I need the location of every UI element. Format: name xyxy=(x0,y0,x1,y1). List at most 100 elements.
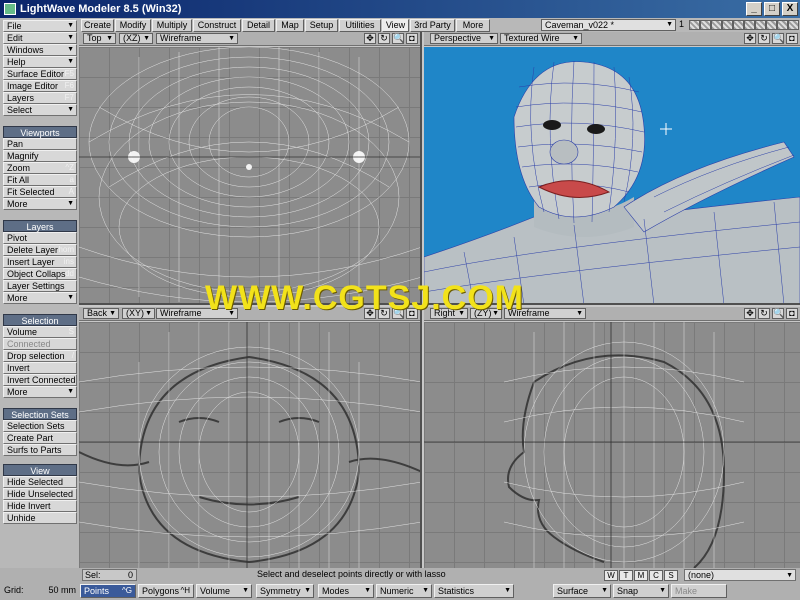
fit-selected-button[interactable]: Fit Selected A xyxy=(3,186,77,198)
tab-create[interactable]: Create xyxy=(81,19,114,32)
view-axis-select[interactable]: (XY) ▼ xyxy=(122,308,155,319)
layer-box[interactable] xyxy=(777,20,788,30)
viewport-canvas[interactable] xyxy=(79,322,420,568)
selection-sets-button[interactable]: Selection Sets xyxy=(3,420,77,432)
pan-button[interactable]: Pan xyxy=(3,138,77,150)
viewports-more-button[interactable]: More ▼ xyxy=(3,198,77,210)
view-type-select[interactable]: Back ▼ xyxy=(83,308,119,319)
statistics-button[interactable]: Statistics ▼ xyxy=(434,584,514,598)
layers-button[interactable]: Layers F7 xyxy=(3,92,77,104)
layers-more-button[interactable]: More ▼ xyxy=(3,292,77,304)
layer-box[interactable] xyxy=(744,20,755,30)
maximize-viewport-icon[interactable]: ◘ xyxy=(406,33,418,44)
magnify-icon[interactable]: 🔍 xyxy=(772,308,784,319)
viewport-canvas[interactable] xyxy=(424,47,800,303)
wtmcs-c-button[interactable]: C xyxy=(649,570,663,581)
modes-button[interactable]: Modes ▼ xyxy=(318,584,374,598)
tab-map[interactable]: Map xyxy=(276,19,304,32)
file-menu[interactable]: File ▼ xyxy=(3,20,77,32)
maximize-viewport-icon[interactable]: ◘ xyxy=(786,308,798,319)
view-type-select[interactable]: Perspective ▼ xyxy=(430,33,498,44)
zoom-button[interactable]: Zoom ^Z xyxy=(3,162,77,174)
wtmcs-m-button[interactable]: M xyxy=(634,570,648,581)
edit-menu[interactable]: Edit ▼ xyxy=(3,32,77,44)
tab-modify[interactable]: Modify xyxy=(115,19,151,32)
layer-box[interactable] xyxy=(766,20,777,30)
magnify-button[interactable]: Magnify xyxy=(3,150,77,162)
object-collapse-button[interactable]: Object Collaps dd xyxy=(3,268,77,280)
make-button[interactable]: Make xyxy=(671,584,727,598)
wtmcs-s-button[interactable]: S xyxy=(664,570,678,581)
layer-bank[interactable] xyxy=(689,20,799,30)
windows-menu[interactable]: Windows ▼ xyxy=(3,44,77,56)
create-part-button[interactable]: Create Part xyxy=(3,432,77,444)
viewport-top[interactable]: Top ▼ (XZ) ▼ Wireframe ▼ ✥ ↻ 🔍 ◘ xyxy=(79,32,422,305)
tab-utilities[interactable]: Utilities xyxy=(339,19,381,32)
pivot-button[interactable]: Pivot xyxy=(3,232,77,244)
surface-selector[interactable]: (none) ▼ xyxy=(684,569,796,581)
invert-button[interactable]: Invert xyxy=(3,362,77,374)
image-editor-button[interactable]: Image Editor F6 xyxy=(3,80,77,92)
layer-box[interactable] xyxy=(700,20,711,30)
magnify-icon[interactable]: 🔍 xyxy=(772,33,784,44)
render-mode-select[interactable]: Wireframe ▼ xyxy=(156,33,238,44)
move-view-icon[interactable]: ✥ xyxy=(364,33,376,44)
wtmcs-w-button[interactable]: W xyxy=(604,570,618,581)
move-view-icon[interactable]: ✥ xyxy=(744,308,756,319)
layer-box[interactable] xyxy=(722,20,733,30)
tab-multiply[interactable]: Multiply xyxy=(152,19,192,32)
delete-layer-button[interactable]: Delete Layer hom xyxy=(3,244,77,256)
viewport-back[interactable]: Back ▼ (XY) ▼ Wireframe ▼ ✥ ↻ 🔍 ◘ xyxy=(79,307,422,568)
surface-editor-button[interactable]: Surface Editor F5 xyxy=(3,68,77,80)
object-selector[interactable]: Caveman_v022 * ▼ xyxy=(541,19,676,31)
surfs-to-parts-button[interactable]: Surfs to Parts xyxy=(3,444,77,456)
maximize-viewport-icon[interactable]: ◘ xyxy=(786,33,798,44)
layer-box[interactable] xyxy=(689,20,700,30)
tab-view[interactable]: View xyxy=(382,19,409,32)
invert-connected-button[interactable]: Invert Connected xyxy=(3,374,77,386)
layer-box[interactable] xyxy=(788,20,799,30)
selection-more-button[interactable]: More ▼ xyxy=(3,386,77,398)
volume-select-button[interactable]: Volume S xyxy=(3,326,77,338)
viewport-canvas[interactable] xyxy=(424,322,800,568)
wtmcs-t-button[interactable]: T xyxy=(619,570,633,581)
layer-settings-button[interactable]: Layer Settings xyxy=(3,280,77,292)
symmetry-button[interactable]: Symmetry ▼ xyxy=(256,584,314,598)
layer-box[interactable] xyxy=(755,20,766,30)
polygons-mode-button[interactable]: Polygons ^H xyxy=(138,584,194,598)
rotate-view-icon[interactable]: ↻ xyxy=(378,33,390,44)
rotate-view-icon[interactable]: ↻ xyxy=(758,308,770,319)
layer-box[interactable] xyxy=(733,20,744,30)
rotate-view-icon[interactable]: ↻ xyxy=(758,33,770,44)
select-menu[interactable]: Select ▼ xyxy=(3,104,77,116)
volume-mode-button[interactable]: Volume ▼ xyxy=(196,584,252,598)
view-type-select[interactable]: Top ▼ xyxy=(83,33,116,44)
connected-button[interactable]: Connected xyxy=(3,338,77,350)
tab-construct[interactable]: Construct xyxy=(193,19,241,32)
fit-all-button[interactable]: Fit All a xyxy=(3,174,77,186)
viewport-perspective[interactable]: Perspective ▼ Textured Wire ▼ ✥ ↻ 🔍 ◘ xyxy=(424,32,800,305)
tab-setup[interactable]: Setup xyxy=(305,19,338,32)
tab-detail[interactable]: Detail xyxy=(242,19,275,32)
surface-button[interactable]: Surface ▼ xyxy=(553,584,611,598)
viewport-canvas[interactable] xyxy=(79,46,420,303)
unhide-button[interactable]: Unhide xyxy=(3,512,77,524)
points-mode-button[interactable]: Points ^G xyxy=(80,584,136,598)
insert-layer-button[interactable]: Insert Layer ins xyxy=(3,256,77,268)
minimize-button[interactable]: _ xyxy=(746,2,762,16)
snap-button[interactable]: Snap ▼ xyxy=(613,584,669,598)
view-axis-select[interactable]: (XZ) ▼ xyxy=(119,33,153,44)
magnify-icon[interactable]: 🔍 xyxy=(392,33,404,44)
close-button[interactable]: X xyxy=(782,2,798,16)
numeric-button[interactable]: Numeric ▼ xyxy=(376,584,432,598)
help-menu[interactable]: Help ▼ xyxy=(3,56,77,68)
hide-unselected-button[interactable]: Hide Unselected xyxy=(3,488,77,500)
tab-more[interactable]: More xyxy=(456,19,490,32)
render-mode-select[interactable]: Textured Wire ▼ xyxy=(500,33,582,44)
tab-3rd-party[interactable]: 3rd Party xyxy=(410,19,455,32)
viewport-right[interactable]: Right ▼ (ZY) ▼ Wireframe ▼ ✥ ↻ 🔍 ◘ xyxy=(424,307,800,568)
hide-invert-button[interactable]: Hide Invert xyxy=(3,500,77,512)
maximize-button[interactable]: □ xyxy=(764,2,780,16)
drop-selection-button[interactable]: Drop selection / xyxy=(3,350,77,362)
move-view-icon[interactable]: ✥ xyxy=(744,33,756,44)
